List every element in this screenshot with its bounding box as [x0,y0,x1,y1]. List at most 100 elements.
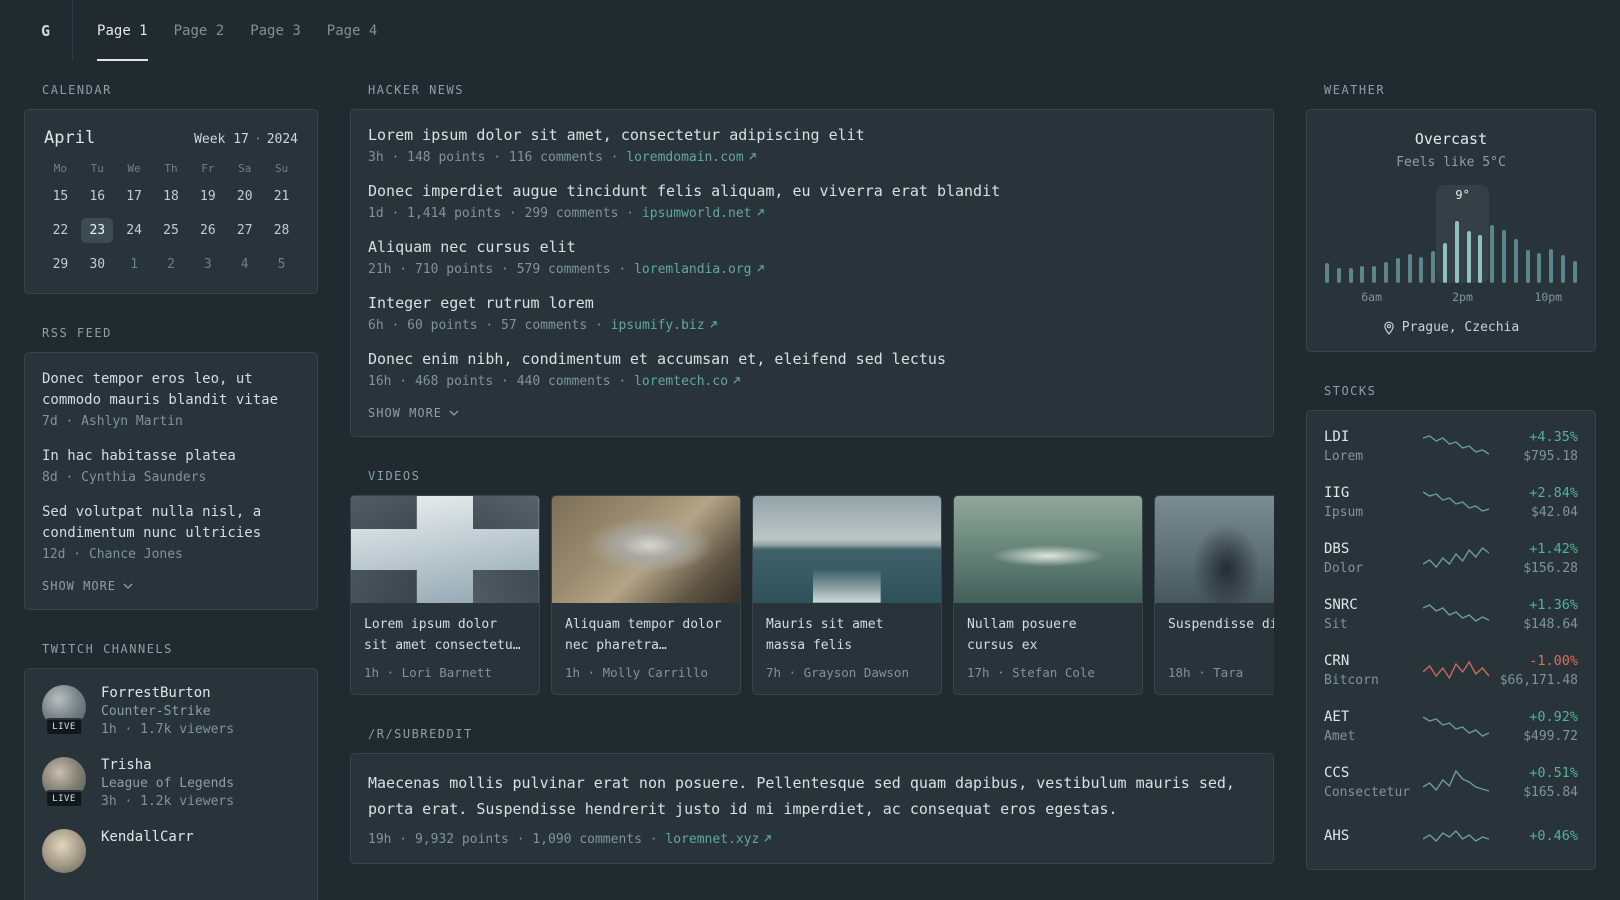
twitch-section: TWITCH CHANNELS LIVE ForrestBurton Counter… [24,642,318,900]
calendar-day: 2 [167,257,175,272]
video-card[interactable]: Nullam posuere cursus ex 17h · Stefan Col… [953,495,1143,695]
hn-domain-link[interactable]: loremtech.co [634,374,741,389]
videos-row: Lorem ipsum dolor sit amet consectetu… 1h… [350,495,1274,695]
stock-values: +1.36% $148.64 [1494,597,1578,632]
rss-item-title[interactable]: Donec tempor eros leo, ut commodo mauris… [42,369,300,411]
video-card[interactable]: Aliquam tempor dolor nec pharetra… 1h · M… [551,495,741,695]
video-title[interactable]: Nullam posuere cursus ex [967,615,1129,657]
calendar-week-label: Week 17 · 2024 [194,132,298,147]
twitch-channel[interactable]: LIVE ForrestBurton Counter-Strike 1h · 1.7k… [42,685,300,737]
weekday-label: Fr [201,162,215,175]
subreddit-domain-link[interactable]: loremnet.xyz [665,832,772,847]
stock-row[interactable]: DBS Dolor +1.42% $156.28 [1324,541,1578,576]
app-logo[interactable]: G [27,0,74,61]
twitch-channel[interactable]: KendallCarr [42,829,300,873]
hn-domain-link[interactable]: ipsumify.biz [611,318,718,333]
calendar-day: 30 [89,257,106,272]
rss-item-title[interactable]: Sed volutpat nulla nisl, a condimentum n… [42,502,300,544]
calendar-card: April Week 17 · 2024 Mo Tu We Th Fr Sa Su 15 16 17 1… [24,109,318,294]
twitch-channel-name[interactable]: KendallCarr [101,829,194,845]
twitch-channel[interactable]: LIVE Trisha League of Legends 3h · 1.2k vie… [42,757,300,809]
weather-bar [1549,249,1554,283]
stock-id: DBS Dolor [1324,541,1418,576]
tab-page-1[interactable]: Page 1 [97,0,148,61]
stock-values: +0.51% $165.84 [1494,765,1578,800]
stock-values: +2.84% $42.04 [1494,485,1578,520]
video-card[interactable]: Mauris sit amet massa felis 7h · Grayson … [752,495,942,695]
section-title-stocks: STOCKS [1324,384,1377,398]
section-title-rss: RSS FEED [42,326,112,340]
weather-bar [1537,253,1542,283]
hn-item-title[interactable]: Integer eget rutrum lorem [368,294,1256,312]
stock-values: -1.00% $66,171.48 [1494,653,1578,688]
twitch-avatar[interactable]: LIVE [42,757,86,808]
sparkline-chart [1423,546,1489,568]
hn-item: Donec imperdiet augue tincidunt felis al… [368,182,1256,221]
hn-card: Lorem ipsum dolor sit amet, consectetur … [350,109,1274,437]
hn-item-title[interactable]: Lorem ipsum dolor sit amet, consectetur … [368,126,1256,144]
calendar-day: 18 [163,189,179,204]
hn-domain-link[interactable]: ipsumworld.net [642,206,765,221]
hn-show-more[interactable]: SHOW MORE [368,406,1256,420]
video-meta: 1h · Lori Barnett [364,665,492,680]
video-thumbnail[interactable] [351,496,539,603]
twitch-viewers: 1h · 1.7k viewers [101,722,235,737]
stock-name: Ipsum [1324,505,1364,520]
hn-domain-link[interactable]: loremlandia.org [634,262,764,277]
twitch-avatar[interactable]: LIVE [42,685,86,736]
rss-section: RSS FEED Donec tempor eros leo, ut commo… [24,326,318,610]
calendar-day-today: 23 [81,218,114,243]
video-thumbnail[interactable] [1155,496,1274,603]
stock-symbol: CCS [1324,765,1350,781]
hn-domain-link[interactable]: loremdomain.com [626,150,756,165]
video-thumbnail[interactable] [954,496,1142,603]
stock-row[interactable]: AET Amet +0.92% $499.72 [1324,709,1578,744]
stock-row[interactable]: CCS Consectetur +0.51% $165.84 [1324,765,1578,800]
hn-item-title[interactable]: Aliquam nec cursus elit [368,238,1256,256]
calendar-day: 3 [203,257,212,272]
stock-row[interactable]: SNRC Sit +1.36% $148.64 [1324,597,1578,632]
weather-bar [1348,268,1353,283]
rss-item-title[interactable]: In hac habitasse platea [42,446,300,467]
tab-page-3[interactable]: Page 3 [250,0,301,61]
rss-show-more[interactable]: SHOW MORE [42,579,300,593]
stock-name: Bitcorn [1324,673,1379,688]
video-title[interactable]: Lorem ipsum dolor sit amet consectetu… [364,615,526,657]
video-thumbnail[interactable] [753,496,941,603]
tab-page-2[interactable]: Page 2 [174,0,225,61]
stock-row[interactable]: CRN Bitcorn -1.00% $66,171.48 [1324,653,1578,688]
twitch-avatar[interactable] [42,829,86,873]
twitch-channel-name[interactable]: Trisha [101,757,234,773]
video-title[interactable]: Mauris sit amet massa felis [766,615,928,657]
tab-page-4[interactable]: Page 4 [327,0,378,61]
calendar-day: 22 [52,223,69,238]
twitch-channel-name[interactable]: ForrestBurton [101,685,234,701]
twitch-card: LIVE ForrestBurton Counter-Strike 1h · 1.7k… [24,668,318,900]
weekday-label: Mo [53,162,68,175]
twitch-game: League of Legends [101,776,235,791]
video-title[interactable]: Aliquam tempor dolor nec pharetra… [565,615,727,657]
calendar-year: 2024 [266,132,298,147]
stock-row[interactable]: LDI Lorem +4.35% $795.18 [1324,429,1578,464]
sparkline-chart [1423,769,1489,792]
stock-symbol: CRN [1324,653,1350,669]
weather-bar [1383,262,1388,283]
stock-price: $156.28 [1523,561,1578,576]
section-title-weather: WEATHER [1324,83,1386,97]
video-thumbnail[interactable] [552,496,740,603]
video-title[interactable]: Suspendisse diam [1168,615,1274,657]
video-card[interactable]: Lorem ipsum dolor sit amet consectetu… 1h… [350,495,540,695]
calendar-day: 24 [126,223,142,238]
hn-item-title[interactable]: Donec enim nibh, condimentum et accumsan… [368,350,1256,368]
subreddit-post-text[interactable]: Maecenas mollis pulvinar erat non posuer… [368,770,1256,823]
video-card[interactable]: Suspendisse diam 18h · Tara [1154,495,1274,695]
app-logo-letter: G [41,21,51,40]
stock-row[interactable]: AHS +0.46% [1324,821,1578,851]
hn-item: Lorem ipsum dolor sit amet, consectetur … [368,126,1256,165]
stock-row[interactable]: IIG Ipsum +2.84% $42.04 [1324,485,1578,520]
weather-times: 6am 2pm 10pm [1323,290,1579,305]
twitch-channel-info: KendallCarr [101,829,194,845]
dashboard: CALENDAR April Week 17 · 2024 Mo Tu We Th Fr Sa… [0,61,1620,900]
hn-item-title[interactable]: Donec imperdiet augue tincidunt felis al… [368,182,1256,200]
twitch-viewers: 3h · 1.2k viewers [101,794,235,809]
